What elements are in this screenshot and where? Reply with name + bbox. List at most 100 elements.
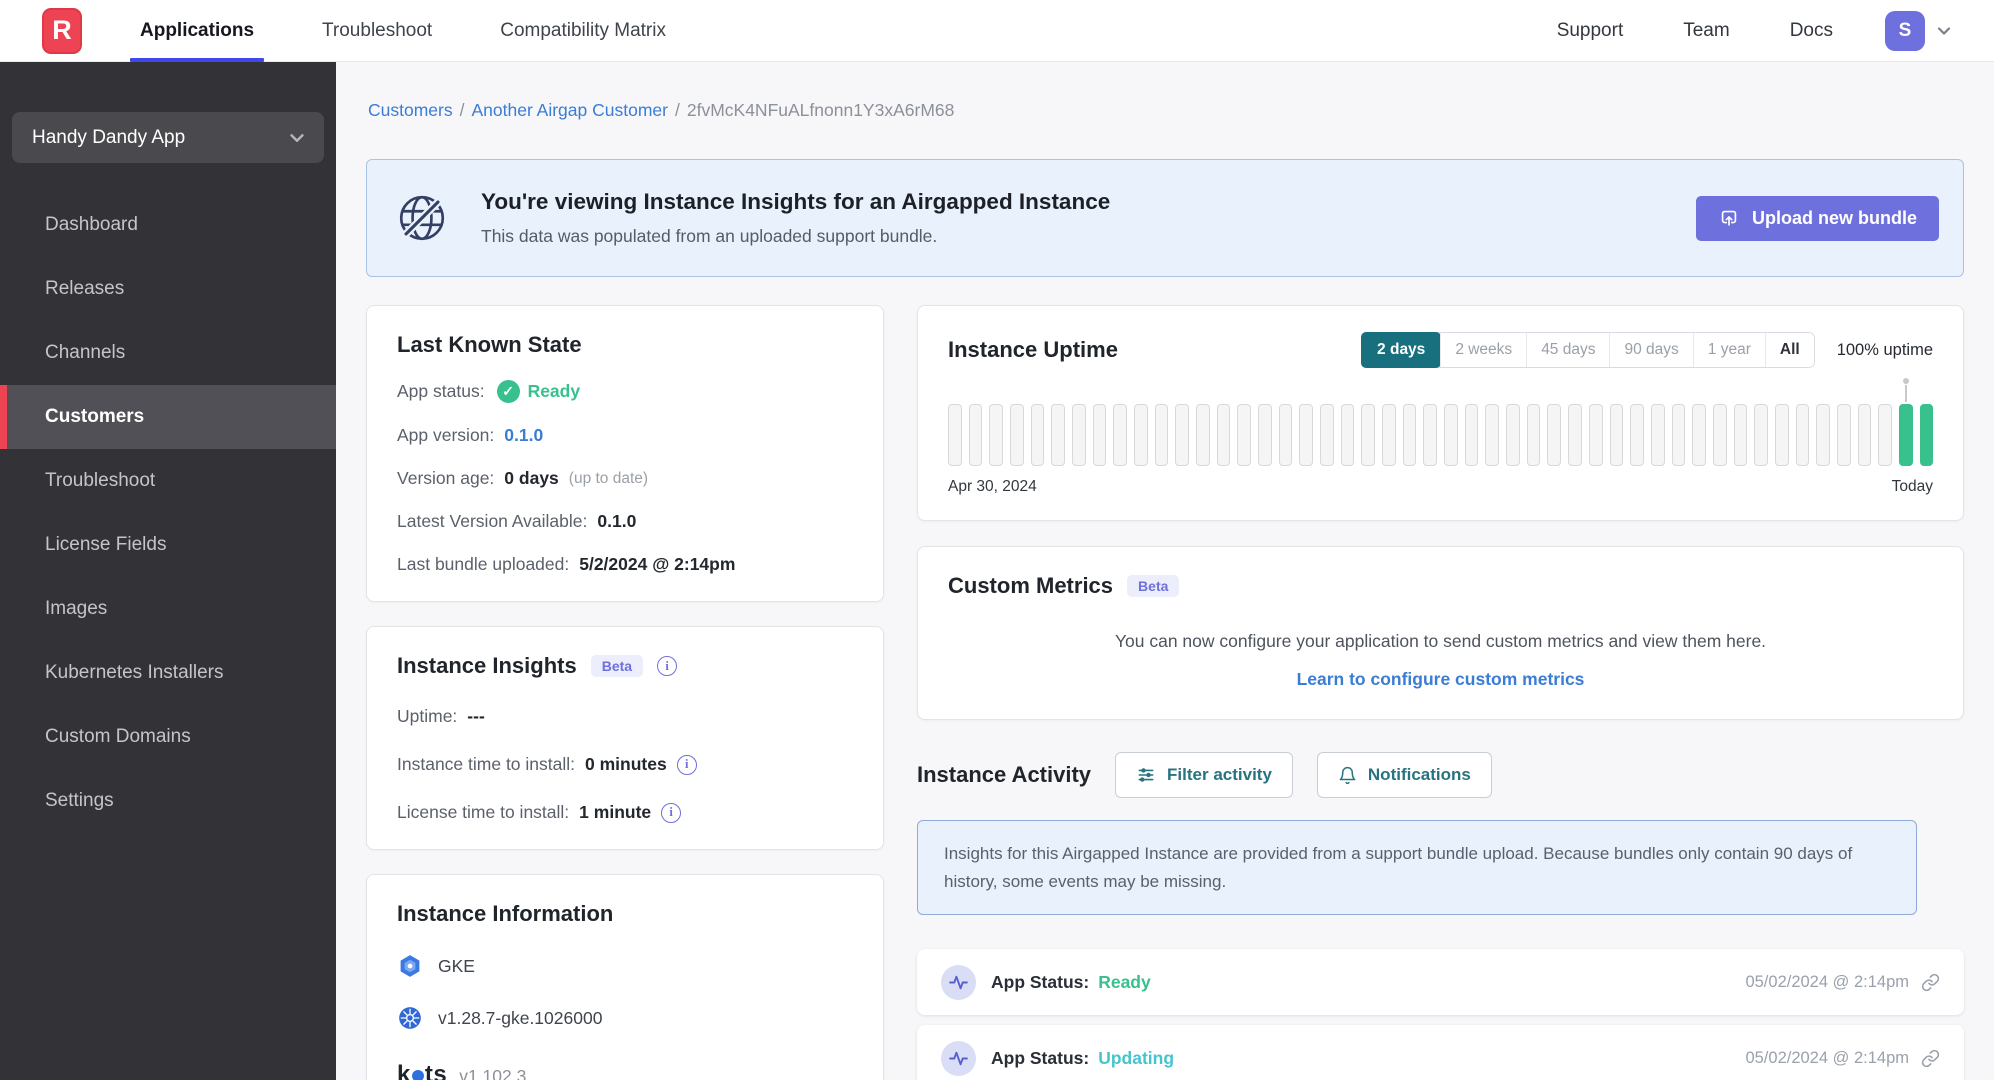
nav-tab-applications[interactable]: Applications bbox=[129, 0, 265, 62]
range-1-year[interactable]: 1 year bbox=[1692, 333, 1765, 367]
sidebar-item-kubernetes-installers[interactable]: Kubernetes Installers bbox=[0, 641, 336, 705]
last-bundle-label: Last bundle uploaded: bbox=[397, 554, 570, 574]
uptime-bar bbox=[1630, 404, 1644, 466]
beta-badge: Beta bbox=[1127, 575, 1180, 597]
breadcrumb-separator: / bbox=[674, 100, 680, 120]
check-circle-icon: ✓ bbox=[496, 380, 520, 403]
link-icon bbox=[1921, 1049, 1940, 1067]
bell-icon bbox=[1339, 766, 1356, 784]
uptime-bar bbox=[1320, 404, 1334, 466]
license-install-row: License time to install: 1 minute i bbox=[397, 802, 853, 823]
uptime-bar bbox=[1113, 404, 1128, 466]
activity-row: App Status: Updating 05/02/2024 @ 2:14pm bbox=[917, 1025, 1964, 1080]
uptime-bar bbox=[1588, 404, 1603, 466]
chevron-down-icon[interactable] bbox=[1934, 21, 1954, 41]
uptime-bar bbox=[1547, 404, 1562, 466]
uptime-bar bbox=[1733, 404, 1748, 466]
uptime-bar bbox=[1650, 404, 1665, 466]
uptime-bar bbox=[1030, 404, 1045, 466]
uptime-bar bbox=[1010, 404, 1024, 466]
link-icon bbox=[1921, 973, 1940, 991]
uptime-bar bbox=[1774, 404, 1789, 466]
instance-install-value: 0 minutes bbox=[585, 754, 667, 774]
sidebar-item-images[interactable]: Images bbox=[0, 577, 336, 641]
logo-letter: R bbox=[52, 15, 72, 45]
sidebar-item-dashboard[interactable]: Dashboard bbox=[0, 193, 336, 257]
activity-permalink[interactable] bbox=[1921, 1049, 1940, 1068]
account-menu[interactable]: S bbox=[1885, 10, 1954, 51]
last-known-state-card: Last Known State App status: ✓ Ready App… bbox=[366, 305, 884, 602]
upload-new-bundle-button[interactable]: Upload new bundle bbox=[1696, 195, 1939, 241]
activity-row-timestamp: 05/02/2024 @ 2:14pm bbox=[1745, 972, 1909, 991]
uptime-bar bbox=[1299, 404, 1314, 466]
custom-metrics-description: You can now configure your application t… bbox=[1114, 631, 1767, 651]
info-icon[interactable]: i bbox=[657, 656, 678, 676]
uptime-range-group: 2 days 2 weeks 45 days 90 days 1 year All bbox=[1361, 332, 1815, 368]
latest-version-label: Latest Version Available: bbox=[397, 511, 588, 531]
instance-activity-header: Instance Activity Filter activity Notifi… bbox=[917, 752, 1964, 798]
range-2-days[interactable]: 2 days bbox=[1361, 332, 1442, 368]
uptime-row: Uptime: --- bbox=[397, 706, 853, 727]
info-icon[interactable]: i bbox=[676, 754, 697, 775]
beta-badge: Beta bbox=[590, 655, 644, 677]
uptime-bar bbox=[1154, 404, 1169, 466]
uptime-bar bbox=[1568, 404, 1582, 466]
kots-version-value: v1.102.3 bbox=[459, 1066, 527, 1080]
filter-activity-button[interactable]: Filter activity bbox=[1115, 752, 1293, 798]
avatar[interactable]: S bbox=[1885, 10, 1925, 51]
uptime-bar bbox=[1526, 404, 1541, 466]
uptime-bar bbox=[1816, 404, 1830, 466]
activity-row: App Status: Ready 05/02/2024 @ 2:14pm bbox=[917, 949, 1964, 1016]
nav-tab-compatibility-matrix[interactable]: Compatibility Matrix bbox=[498, 0, 668, 62]
uptime-bar bbox=[1609, 404, 1624, 466]
activity-permalink[interactable] bbox=[1921, 973, 1940, 992]
nav-tab-troubleshoot[interactable]: Troubleshoot bbox=[320, 0, 434, 62]
sidebar-item-channels[interactable]: Channels bbox=[0, 321, 336, 385]
uptime-bar-up bbox=[1898, 378, 1913, 466]
instance-insights-title: Instance Insights bbox=[397, 653, 577, 678]
uptime-bar bbox=[1692, 404, 1706, 466]
sidebar-item-license-fields[interactable]: License Fields bbox=[0, 513, 336, 577]
app-selector[interactable]: Handy Dandy App bbox=[12, 112, 324, 163]
uptime-bar bbox=[1878, 404, 1892, 466]
sidebar-item-settings[interactable]: Settings bbox=[0, 769, 336, 833]
version-age-note: (up to date) bbox=[568, 469, 649, 487]
range-90-days[interactable]: 90 days bbox=[1609, 333, 1693, 367]
range-45-days[interactable]: 45 days bbox=[1526, 333, 1610, 367]
airgap-history-notice: Insights for this Airgapped Instance are… bbox=[917, 820, 1917, 916]
breadcrumb-link-another-airgap-customer[interactable]: Another Airgap Customer bbox=[471, 100, 668, 120]
range-2-weeks[interactable]: 2 weeks bbox=[1440, 333, 1527, 367]
uptime-bar bbox=[989, 404, 1004, 466]
info-icon[interactable]: i bbox=[661, 802, 682, 823]
custom-metrics-title: Custom Metrics bbox=[948, 573, 1114, 598]
globe-airgap-icon bbox=[399, 195, 445, 241]
replicated-logo[interactable]: R bbox=[42, 7, 82, 54]
nav-links: Support Team Docs bbox=[1557, 20, 1833, 42]
nav-link-team[interactable]: Team bbox=[1683, 20, 1729, 42]
filter-activity-label: Filter activity bbox=[1167, 765, 1272, 784]
uptime-bar-chart bbox=[948, 378, 1934, 466]
range-all[interactable]: All bbox=[1764, 333, 1814, 367]
nav-link-support[interactable]: Support bbox=[1557, 20, 1624, 42]
nav-tabs: Applications Troubleshoot Compatibility Ma… bbox=[129, 0, 732, 62]
configure-custom-metrics-link[interactable]: Learn to configure custom metrics bbox=[948, 669, 1933, 690]
uptime-value: --- bbox=[467, 706, 485, 726]
k8s-version-value: v1.28.7-gke.1026000 bbox=[438, 1007, 603, 1028]
banner-subtitle: This data was populated from an uploaded… bbox=[481, 226, 938, 246]
uptime-bar bbox=[1423, 404, 1438, 466]
breadcrumb-link-customers[interactable]: Customers bbox=[368, 100, 453, 120]
uptime-bar bbox=[1175, 404, 1190, 466]
sidebar-item-customers[interactable]: Customers bbox=[0, 385, 336, 449]
activity-row-meta: 05/02/2024 @ 2:14pm bbox=[1745, 1049, 1940, 1068]
sidebar-item-releases[interactable]: Releases bbox=[0, 257, 336, 321]
nav-link-docs[interactable]: Docs bbox=[1790, 20, 1833, 42]
uptime-bar bbox=[1134, 404, 1148, 466]
instance-install-row: Instance time to install: 0 minutes i bbox=[397, 754, 853, 775]
sidebar-item-custom-domains[interactable]: Custom Domains bbox=[0, 705, 336, 769]
notifications-button[interactable]: Notifications bbox=[1316, 752, 1492, 798]
license-install-value: 1 minute bbox=[579, 802, 652, 822]
sidebar-item-troubleshoot[interactable]: Troubleshoot bbox=[0, 449, 336, 513]
app-status-label: App status: bbox=[397, 381, 485, 401]
app-version-link[interactable]: 0.1.0 bbox=[504, 425, 543, 446]
instance-insights-card: Instance Insights Beta i Uptime: --- Ins… bbox=[366, 626, 884, 850]
